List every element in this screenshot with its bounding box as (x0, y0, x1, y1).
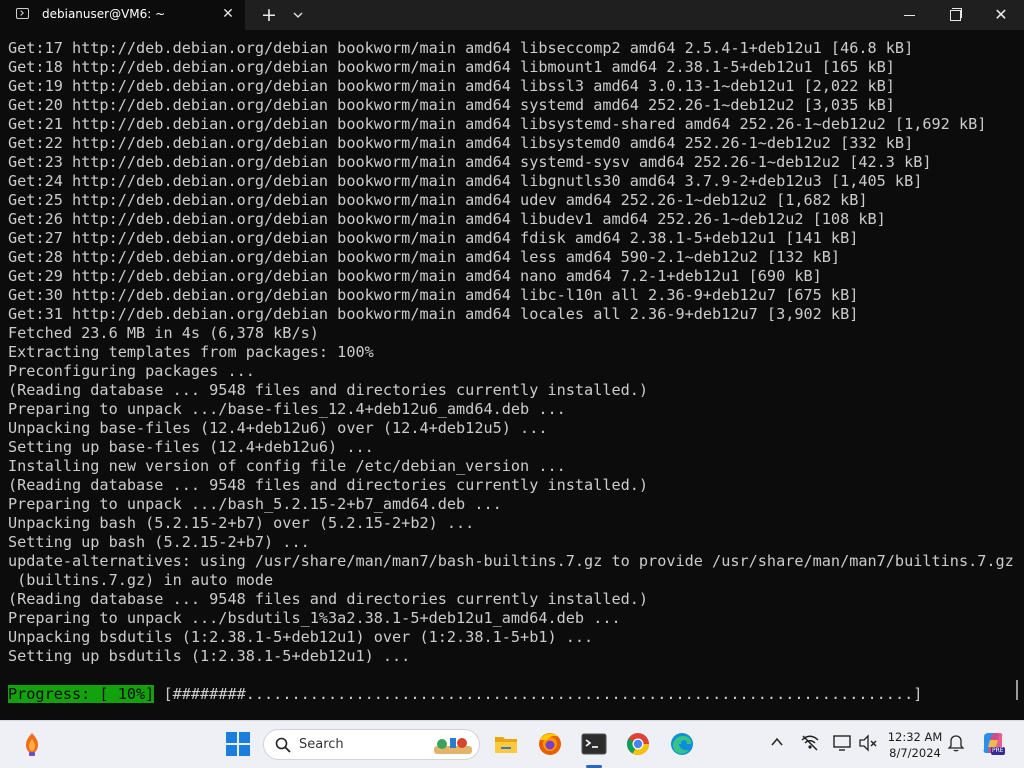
chevron-down-icon (293, 12, 303, 18)
terminal-line: Get:30 http://deb.debian.org/debian book… (8, 286, 859, 304)
terminal-line: Fetched 23.6 MB in 4s (6,378 kB/s) (8, 324, 319, 342)
terminal-line: update-alternatives: using /usr/share/ma… (8, 552, 1014, 570)
terminal-line: Preparing to unpack .../bsdutils_1%3a2.3… (8, 609, 621, 627)
terminal-line: Get:19 http://deb.debian.org/debian book… (8, 77, 895, 95)
clock-date: 8/7/2024 (889, 746, 941, 760)
terminal-icon (16, 8, 29, 19)
terminal-line: Preconfiguring packages ... (8, 362, 255, 380)
terminal-line: Get:17 http://deb.debian.org/debian book… (8, 39, 914, 57)
terminal-line: Get:21 http://deb.debian.org/debian book… (8, 115, 987, 133)
terminal-line: Unpacking base-files (12.4+deb12u6) over… (8, 419, 548, 437)
copilot-icon[interactable]: PRE (980, 730, 1006, 758)
terminal-line: Get:24 http://deb.debian.org/debian book… (8, 172, 923, 190)
chevron-up-icon[interactable] (771, 735, 783, 749)
terminal-line: Get:25 http://deb.debian.org/debian book… (8, 191, 868, 209)
minimize-icon (904, 15, 915, 16)
display-icon[interactable] (833, 734, 851, 752)
terminal-line: Unpacking bsdutils (1:2.38.1-5+deb12u1) … (8, 628, 594, 646)
clock-time: 12:32 AM (887, 730, 943, 744)
terminal-line: Get:31 http://deb.debian.org/debian book… (8, 305, 859, 323)
chrome-icon[interactable] (625, 731, 651, 757)
tab-title: debianuser@VM6: ~ (42, 7, 166, 21)
terminal-line: Preparing to unpack .../bash_5.2.15-2+b7… (8, 495, 502, 513)
search-highlight-icon (434, 738, 472, 754)
taskbar-search-box[interactable]: Search (263, 729, 480, 760)
start-button[interactable] (225, 731, 251, 757)
terminal-line: Get:18 http://deb.debian.org/debian book… (8, 58, 895, 76)
terminal-line: Setting up base-files (12.4+deb12u6) ... (8, 438, 374, 456)
terminal-line: Get:26 http://deb.debian.org/debian book… (8, 210, 886, 228)
terminal-line: Get:20 http://deb.debian.org/debian book… (8, 96, 895, 114)
volume-muted-icon[interactable] (858, 734, 878, 752)
progress-bar: [########...............................… (154, 685, 923, 703)
terminal-line: (Reading database ... 9548 files and dir… (8, 381, 649, 399)
terminal-app-icon[interactable] (581, 731, 607, 757)
terminal-line: Get:29 http://deb.debian.org/debian book… (8, 267, 822, 285)
firefox-icon[interactable] (537, 731, 563, 757)
restore-button[interactable] (935, 0, 975, 30)
terminal-line: Get:22 http://deb.debian.org/debian book… (8, 134, 914, 152)
progress-label: Progress: [ 10%] (8, 685, 155, 703)
edge-icon[interactable] (669, 731, 695, 757)
progress-row: Progress: [ 10%] [########..............… (8, 685, 922, 704)
tab-dropdown-button[interactable] (288, 0, 308, 30)
terminal-line: Get:23 http://deb.debian.org/debian book… (8, 153, 932, 171)
windows-logo-icon (226, 732, 250, 756)
file-explorer-icon[interactable] (493, 731, 519, 757)
preview-badge: PRE (991, 747, 1005, 755)
taskbar: Search 12:32 AM 8/7/2024 PRE (0, 720, 1024, 768)
terminal-line: (Reading database ... 9548 files and dir… (8, 476, 649, 494)
tab-close-button[interactable]: ✕ (219, 5, 237, 23)
new-tab-button[interactable]: + (258, 0, 280, 30)
terminal-line: (Reading database ... 9548 files and dir… (8, 590, 649, 608)
terminal-line: Get:27 http://deb.debian.org/debian book… (8, 229, 859, 247)
search-placeholder: Search (299, 737, 344, 752)
bell-icon[interactable] (948, 734, 964, 752)
terminal-line: Installing new version of config file /e… (8, 457, 566, 475)
scrollbar-thumb[interactable] (1016, 680, 1018, 700)
network-off-icon[interactable] (800, 734, 820, 752)
tab-terminal[interactable]: debianuser@VM6: ~ ✕ (0, 0, 245, 30)
terminal-line: Setting up bash (5.2.15-2+b7) ... (8, 533, 310, 551)
terminal-line: Preparing to unpack .../base-files_12.4+… (8, 400, 566, 418)
terminal-line: Get:28 http://deb.debian.org/debian book… (8, 248, 841, 266)
terminal-line: Setting up bsdutils (1:2.38.1-5+deb12u1)… (8, 647, 411, 665)
widgets-icon[interactable] (19, 730, 45, 756)
clock[interactable]: 12:32 AM 8/7/2024 (880, 729, 950, 761)
close-window-button[interactable]: ✕ (980, 0, 1022, 30)
terminal-line: Unpacking bash (5.2.15-2+b7) over (5.2.1… (8, 514, 475, 532)
terminal-line: (builtins.7.gz) in auto mode (8, 571, 274, 589)
terminal-output[interactable]: Get:17 http://deb.debian.org/debian book… (8, 39, 1018, 714)
terminal-line: Extracting templates from packages: 100% (8, 343, 374, 361)
minimize-button[interactable] (890, 0, 930, 30)
title-bar: debianuser@VM6: ~ ✕ + ✕ (0, 0, 1024, 30)
search-icon (275, 737, 291, 753)
